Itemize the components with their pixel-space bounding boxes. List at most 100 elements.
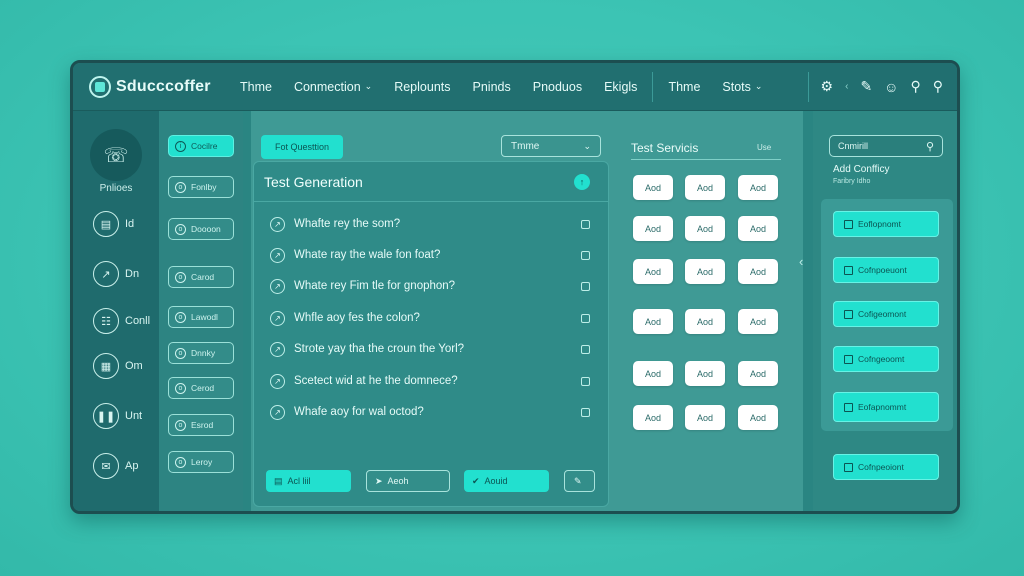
profile-avatar[interactable]: ☏ [90, 129, 142, 181]
add-button[interactable]: Aod [738, 309, 778, 334]
add-button[interactable]: Aod [738, 216, 778, 241]
question-checkbox[interactable] [581, 376, 590, 386]
sidebar-item-id[interactable]: ▤ Id [93, 211, 134, 237]
doc-icon [844, 354, 853, 364]
shield-icon: ✔ [472, 475, 480, 486]
pill-label: Dnnky [191, 348, 216, 358]
app-logo[interactable]: Sducccoffer [89, 75, 229, 98]
config-button[interactable]: Cofngeoomt [833, 346, 939, 372]
config-button[interactable]: Eoflopnomt [833, 211, 939, 237]
footer-button-label: Aeoh [387, 476, 409, 486]
add-button[interactable]: Aod [738, 175, 778, 200]
doc-icon [844, 309, 853, 319]
pill-button-lawodl[interactable]: o Lawodl [168, 306, 234, 328]
circle-icon: o [175, 271, 186, 283]
add-button[interactable]: Aod [633, 309, 673, 334]
question-text: Whfle aoy fes the colon? [294, 312, 420, 324]
pill-button-cocilre[interactable]: i Cocilre [168, 135, 234, 157]
pill-button-leroy[interactable]: o Leroy [168, 451, 234, 473]
question-row[interactable]: ↗ Strote yay tha the croun the Yorl? [270, 339, 590, 359]
sidebar-item-om[interactable]: ▦ Om [93, 353, 143, 379]
theme-select[interactable]: Tmme ⌄ [501, 135, 601, 157]
nav-label: Replounts [394, 79, 451, 94]
phone-icon: ☏ [103, 144, 129, 167]
question-tag-button[interactable]: Fot Questtion [261, 135, 343, 159]
nav-item-pninds[interactable]: Pninds [462, 80, 522, 94]
footer-button-aouid[interactable]: ✔ Aouid [464, 470, 549, 492]
config-label: Cofngeoomt [858, 354, 905, 364]
question-row[interactable]: ↗ Whafte rey the som? [270, 214, 590, 234]
pill-button-fonlby[interactable]: o Fonlby [168, 176, 234, 198]
footer-edit-button[interactable]: ✎ [564, 470, 595, 492]
add-button[interactable]: Aod [685, 259, 725, 284]
question-row[interactable]: ↗ Scetect wid at he the domnece? [270, 371, 590, 391]
add-button[interactable]: Aod [738, 405, 778, 430]
config-button[interactable]: Cofnpoeuont [833, 257, 939, 283]
chevron-left-icon[interactable]: ‹ [799, 254, 803, 269]
question-checkbox[interactable] [581, 219, 590, 229]
right-panel: Cnmirill ⚲ Add Confficy Faribry Idho Eof… [813, 111, 957, 511]
question-text: Whate rey Fim tle for gnophon? [294, 280, 456, 292]
footer-button-aeoh[interactable]: ➤ Aeoh [366, 470, 450, 492]
nav-item-thme[interactable]: Thme [229, 80, 283, 94]
add-button[interactable]: Aod [633, 361, 673, 386]
question-checkbox[interactable] [581, 250, 590, 260]
question-row[interactable]: ↗ Whafe aoy for wal octod? [270, 402, 590, 422]
sidebar-item-label: Om [125, 360, 143, 372]
search-icon[interactable]: ⚲ [910, 78, 920, 95]
add-button[interactable]: Aod [738, 259, 778, 284]
add-button[interactable]: Aod [633, 175, 673, 200]
nav-item-replounts[interactable]: Replounts [383, 80, 461, 94]
question-text: Strote yay tha the croun the Yorl? [294, 343, 465, 355]
pencil-icon[interactable]: ✎ [860, 78, 872, 95]
pill-button-esrod[interactable]: o Esrod [168, 414, 234, 436]
circle-icon: o [175, 181, 186, 193]
pill-button-dnnky[interactable]: o Dnnky [168, 342, 234, 364]
nav-item-conmection[interactable]: Conmection ⌄ [283, 80, 383, 94]
sidebar-item-conll[interactable]: ☷ Conll [93, 308, 150, 334]
info-icon[interactable]: ↑ [574, 173, 590, 190]
search-input[interactable]: Cnmirill ⚲ [829, 135, 943, 157]
add-button[interactable]: Aod [738, 361, 778, 386]
face-icon[interactable]: ☺ [884, 79, 898, 95]
add-button[interactable]: Aod [685, 361, 725, 386]
sidebar-item-dn[interactable]: ↗ Dn [93, 261, 139, 287]
pill-button-doooon[interactable]: o Doooon [168, 218, 234, 240]
id-icon: ▤ [93, 211, 119, 237]
question-row[interactable]: ↗ Whfle aoy fes the colon? [270, 308, 590, 328]
pill-button-cerod[interactable]: o Cerod [168, 377, 234, 399]
config-button[interactable]: Cofigeomont [833, 301, 939, 327]
add-button[interactable]: Aod [685, 216, 725, 241]
search-icon[interactable]: ⚲ [926, 140, 934, 153]
add-button[interactable]: Aod [685, 405, 725, 430]
card-header: Test Generation ↑ [254, 162, 608, 202]
nav-item-stots[interactable]: Stots ⌄ [711, 80, 773, 94]
pill-button-carod[interactable]: o Carod [168, 266, 234, 288]
footer-button-add-list[interactable]: ▤ Acl liil [266, 470, 351, 492]
config-button[interactable]: Eofapnommt [833, 392, 939, 422]
add-button[interactable]: Aod [633, 216, 673, 241]
sidebar-item-unt[interactable]: ❚❚ Unt [93, 403, 142, 429]
question-checkbox[interactable] [581, 281, 590, 291]
test-services-more[interactable]: Use [757, 143, 771, 152]
question-checkbox[interactable] [581, 407, 590, 417]
add-button[interactable]: Aod [633, 259, 673, 284]
add-button[interactable]: Aod [685, 175, 725, 200]
nav-item-ekigls[interactable]: Ekigls [593, 80, 648, 94]
add-button[interactable]: Aod [633, 405, 673, 430]
question-checkbox[interactable] [581, 344, 590, 354]
search-icon[interactable]: ⚲ [933, 78, 943, 95]
chevron-down-icon: ⌄ [364, 81, 373, 91]
question-checkbox[interactable] [581, 313, 590, 323]
gear-icon[interactable]: ⚙ [821, 78, 834, 95]
config-button[interactable]: Cofnpeoiont [833, 454, 939, 480]
pill-label: Fonlby [191, 182, 217, 192]
nav-item-thme-2[interactable]: Thme [657, 80, 711, 94]
nav-label: Conmection [293, 79, 361, 94]
sidebar-item-ap[interactable]: ✉ Ap [93, 453, 138, 479]
add-button[interactable]: Aod [685, 309, 725, 334]
question-row[interactable]: ↗ Whate rey Fim tle for gnophon? [270, 276, 590, 296]
question-row[interactable]: ↗ Whate ray the wale fon foat? [270, 245, 590, 265]
sidebar-item-label: Unt [125, 410, 143, 422]
nav-item-pnoduos[interactable]: Pnoduos [522, 80, 593, 94]
